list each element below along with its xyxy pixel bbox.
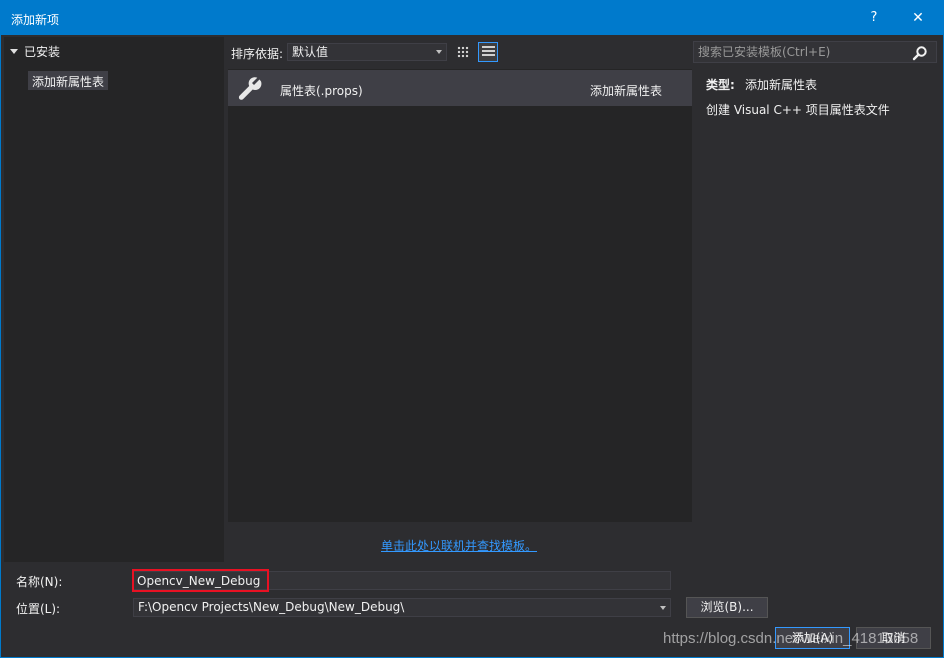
wrench-icon: [238, 77, 262, 100]
add-new-item-dialog: 添加新项 ? ✕ 已安装 添加新属性表 排序依据: 默认值 属性表(.props…: [0, 0, 944, 658]
help-button[interactable]: ?: [863, 8, 885, 28]
info-type-value: 添加新属性表: [745, 78, 818, 92]
chevron-down-icon: [436, 50, 442, 54]
template-type: 添加新属性表: [590, 84, 663, 98]
title-bar: 添加新项 ? ✕: [1, 1, 943, 35]
grid-view-icon: [457, 46, 469, 58]
tree-node-label: 已安装: [24, 44, 61, 59]
template-name: 属性表(.props): [280, 84, 363, 98]
tree-node-installed[interactable]: 已安装: [10, 42, 60, 60]
search-input[interactable]: [698, 42, 908, 62]
info-description: 创建 Visual C++ 项目属性表文件: [706, 103, 890, 117]
sort-dropdown-value: 默认值: [292, 45, 329, 59]
dialog-title: 添加新项: [11, 13, 60, 27]
list-view-icon: [482, 46, 495, 59]
info-type-label: 类型:: [706, 78, 735, 92]
template-tree: 已安装 添加新属性表: [4, 37, 224, 562]
chevron-down-icon: [660, 606, 666, 610]
expand-triangle-icon[interactable]: [10, 48, 18, 54]
name-input[interactable]: [137, 572, 667, 589]
online-templates-link[interactable]: 单击此处以联机并查找模板。: [381, 537, 537, 554]
list-view-button[interactable]: [478, 42, 498, 62]
tree-item-add-property-sheet[interactable]: 添加新属性表: [28, 71, 109, 90]
search-icon[interactable]: [912, 45, 928, 61]
location-dropdown[interactable]: F:\Opencv Projects\New_Debug\New_Debug\: [133, 598, 671, 617]
close-button[interactable]: ✕: [907, 8, 929, 28]
sort-label: 排序依据:: [231, 47, 284, 61]
grid-view-button[interactable]: [453, 42, 473, 62]
search-box: [693, 41, 937, 63]
location-value: F:\Opencv Projects\New_Debug\New_Debug\: [138, 600, 405, 614]
browse-button[interactable]: 浏览(B)...: [686, 597, 768, 618]
name-field: [133, 571, 671, 590]
template-list: 属性表(.props) 添加新属性表: [228, 69, 692, 522]
sort-dropdown[interactable]: 默认值: [287, 43, 447, 61]
cancel-button[interactable]: 取消: [856, 627, 931, 649]
name-label: 名称(N):: [16, 575, 63, 589]
location-label: 位置(L):: [16, 602, 61, 616]
template-row-property-sheet[interactable]: 属性表(.props) 添加新属性表: [228, 70, 692, 106]
add-button[interactable]: 添加(A): [775, 627, 850, 649]
